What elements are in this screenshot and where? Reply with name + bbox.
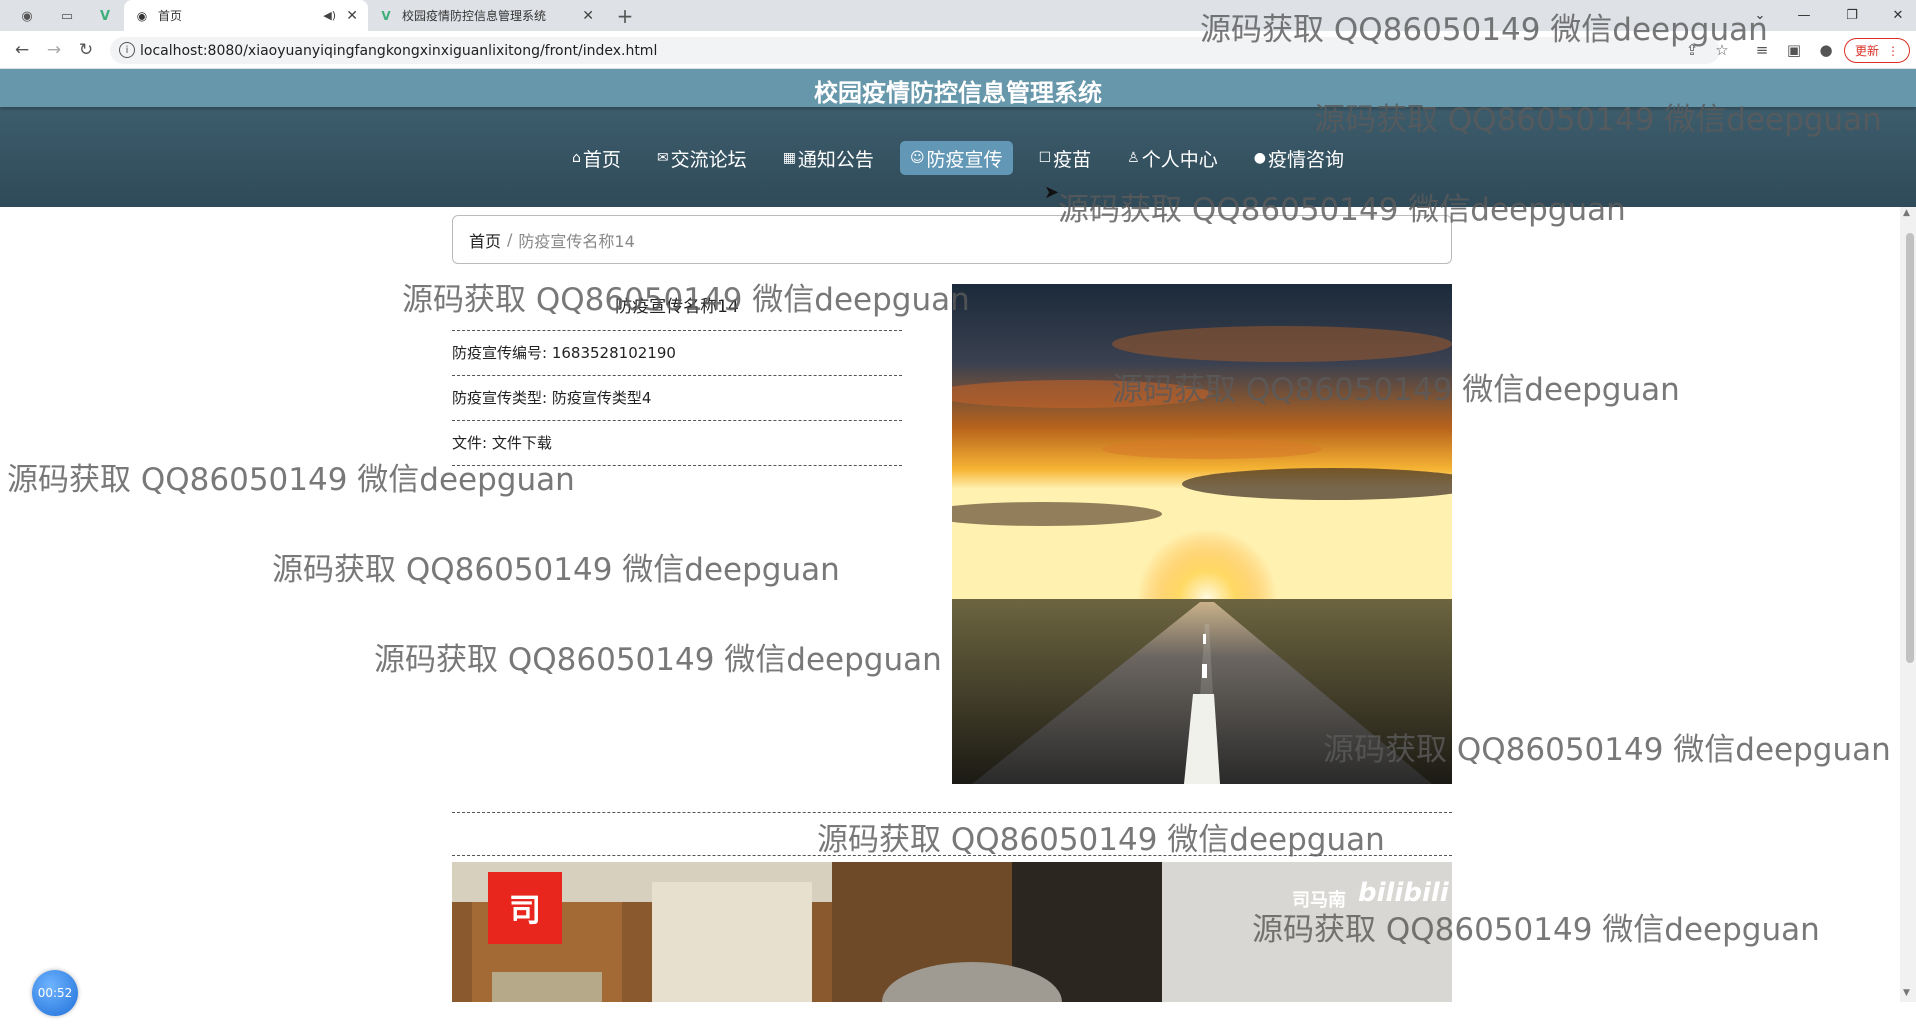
menu-label: 通知公告 [797, 148, 874, 171]
side-panel-icon[interactable]: ▣ [1782, 39, 1806, 61]
menu-item-forum[interactable]: ✉ 交流论坛 [647, 141, 757, 175]
watermark: 源码获取 QQ86050149 微信deepguan [374, 642, 942, 678]
menu-item-consult[interactable]: ● 疫情咨询 [1244, 141, 1354, 175]
watermark: 源码获取 QQ86050149 微信deepguan [1200, 12, 1768, 48]
menu-item-profile[interactable]: ♙ 个人中心 [1117, 141, 1228, 175]
section-divider [452, 812, 1452, 813]
menu-label: 防疫宣传 [926, 148, 1003, 171]
smile-icon: ☺ [909, 150, 925, 166]
close-icon[interactable]: ✕ [346, 8, 358, 24]
watermark: 源码获取 QQ86050149 微信deepguan [7, 462, 575, 498]
scroll-up-icon[interactable]: ▲ [1903, 208, 1910, 218]
info-icon[interactable]: i [119, 42, 135, 58]
watermark: 源码获取 QQ86050149 微信deepguan [402, 282, 970, 318]
row-value: 防疫宣传类型4 [551, 389, 652, 407]
menu-label: 疫苗 [1053, 148, 1092, 171]
watermark: 源码获取 QQ86050149 微信deepguan [272, 552, 840, 588]
menu-label: 疫情咨询 [1267, 148, 1344, 171]
minimize-icon[interactable]: — [1790, 3, 1818, 27]
tab-title: 首页 [158, 9, 183, 23]
tab-title: 校园疫情防控信息管理系统 [402, 9, 547, 23]
url-text: localhost:8080/xiaoyuanyiqingfangkongxin… [140, 42, 658, 59]
watermark: 源码获取 QQ86050149 微信deepguan [1314, 102, 1882, 138]
pinned-tab-icon[interactable]: ◉ [16, 5, 38, 27]
row-label: 文件: [452, 434, 488, 452]
back-icon[interactable]: ← [10, 39, 34, 61]
watermark: 源码获取 QQ86050149 微信deepguan [1252, 912, 1820, 948]
menu-item-home[interactable]: ⌂ 首页 [562, 141, 631, 175]
sunset-road-image [952, 284, 1452, 784]
profile-icon[interactable]: ● [1814, 39, 1838, 61]
chat-icon: ● [1253, 150, 1266, 166]
menu-label: 个人中心 [1141, 148, 1218, 171]
new-tab-icon[interactable]: + [614, 4, 636, 28]
watermark: 源码获取 QQ86050149 微信deepguan [1058, 192, 1626, 228]
square-icon: ☐ [1038, 150, 1052, 166]
mouse-cursor-icon: ➤ [1044, 182, 1060, 203]
more-icon: ⋮ [1887, 43, 1899, 58]
file-download-link[interactable]: 文件下载 [492, 434, 552, 452]
grid-icon: ▦ [782, 150, 796, 166]
close-icon[interactable]: ✕ [582, 8, 594, 24]
detail-row-number: 防疫宣传编号: 1683528102190 [452, 331, 902, 376]
menu-item-publicity[interactable]: ☺ 防疫宣传 [899, 141, 1013, 175]
home-icon: ⌂ [572, 150, 581, 166]
speaker-icon[interactable]: ◀) [323, 9, 336, 22]
main-menu: ⌂ 首页 ✉ 交流论坛 ▦ 通知公告 ☺ 防疫宣传 ☐ 疫苗 ♙ 个人中心 ● … [0, 141, 1916, 175]
vue-icon: V [381, 8, 391, 23]
menu-label: 交流论坛 [670, 148, 747, 171]
menu-label: 首页 [582, 148, 621, 171]
mail-icon: ✉ [656, 150, 669, 166]
forward-icon[interactable]: → [42, 39, 66, 61]
breadcrumb-separator: / [507, 230, 513, 249]
watermark: 源码获取 QQ86050149 微信deepguan [1323, 732, 1891, 768]
menu-item-notice[interactable]: ▦ 通知公告 [773, 141, 884, 175]
row-value: 1683528102190 [551, 344, 676, 362]
user-icon: ♙ [1127, 150, 1140, 166]
watermark: 源码获取 QQ86050149 微信deepguan [1112, 372, 1680, 408]
pinned-tab-blank-icon[interactable]: ▭ [56, 5, 78, 27]
scroll-down-icon[interactable]: ▼ [1903, 988, 1910, 998]
breadcrumb-home[interactable]: 首页 [469, 228, 501, 252]
window-close-icon[interactable]: ✕ [1884, 3, 1912, 27]
recording-timer[interactable]: 00:52 [32, 970, 78, 1016]
channel-logo: 司 [488, 872, 562, 944]
update-button[interactable]: 更新 ⋮ [1844, 38, 1910, 63]
globe-icon: ◉ [136, 8, 148, 23]
row-label: 防疫宣传类型: [452, 389, 548, 407]
pinned-tab-vue-icon[interactable]: V [94, 5, 116, 27]
tab-home[interactable]: ◉ 首页 ◀) ✕ [124, 0, 368, 31]
watermark: 源码获取 QQ86050149 微信deepguan [817, 822, 1385, 858]
menu-item-vaccine[interactable]: ☐ 疫苗 [1029, 141, 1102, 175]
update-label: 更新 [1854, 44, 1879, 58]
restore-icon[interactable]: ❐ [1838, 3, 1866, 27]
publicity-image [952, 284, 1452, 784]
breadcrumb-current: 防疫宣传名称14 [518, 231, 635, 251]
row-label: 防疫宣传编号: [452, 344, 548, 362]
detail-row-type: 防疫宣传类型: 防疫宣传类型4 [452, 376, 902, 421]
scrollbar-thumb[interactable] [1906, 233, 1914, 663]
reload-icon[interactable]: ↻ [74, 39, 98, 61]
tab-system[interactable]: V 校园疫情防控信息管理系统 ✕ [368, 0, 604, 31]
